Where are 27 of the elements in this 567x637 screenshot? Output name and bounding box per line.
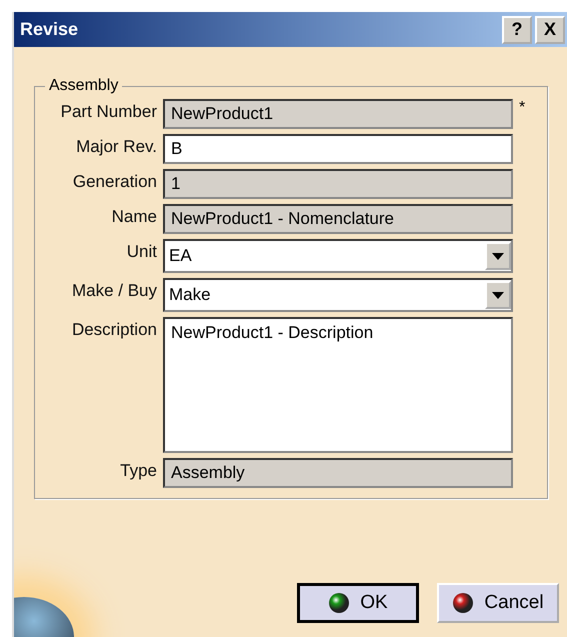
input-field[interactable]: Assembly — [163, 458, 513, 488]
ball-icon — [328, 592, 350, 614]
ok-button[interactable]: OK — [297, 583, 419, 623]
dropdown[interactable]: EA — [163, 239, 513, 273]
input-field[interactable]: NewProduct1 - Nomenclature — [163, 204, 513, 234]
field-label: Description — [70, 319, 157, 341]
cancel-button[interactable]: Cancel — [437, 583, 559, 623]
caret-icon — [492, 292, 504, 298]
input-field[interactable]: NewProduct1 — [163, 99, 513, 129]
dropdown[interactable]: Make — [163, 278, 513, 312]
close-button[interactable]: X — [535, 16, 565, 44]
group-title: Assembly — [48, 77, 120, 95]
field-label: Type — [119, 460, 157, 482]
field-label: Make / Buy — [70, 280, 157, 302]
input-field[interactable]: B — [163, 134, 513, 164]
field-label: Part Number — [60, 101, 157, 123]
field-label: Generation — [72, 171, 157, 193]
input-field[interactable]: 1 — [163, 169, 513, 199]
window-title: Revise — [20, 19, 78, 40]
caret-icon — [492, 252, 504, 260]
field-label: Unit — [126, 241, 157, 263]
field-label: Name — [110, 206, 157, 228]
required-mark: * — [519, 99, 526, 118]
text-area[interactable]: NewProduct1 - Description — [163, 317, 513, 453]
help-button[interactable]: ? — [502, 16, 532, 44]
ball-icon — [452, 592, 474, 614]
field-label: Major Rev. — [75, 136, 157, 158]
